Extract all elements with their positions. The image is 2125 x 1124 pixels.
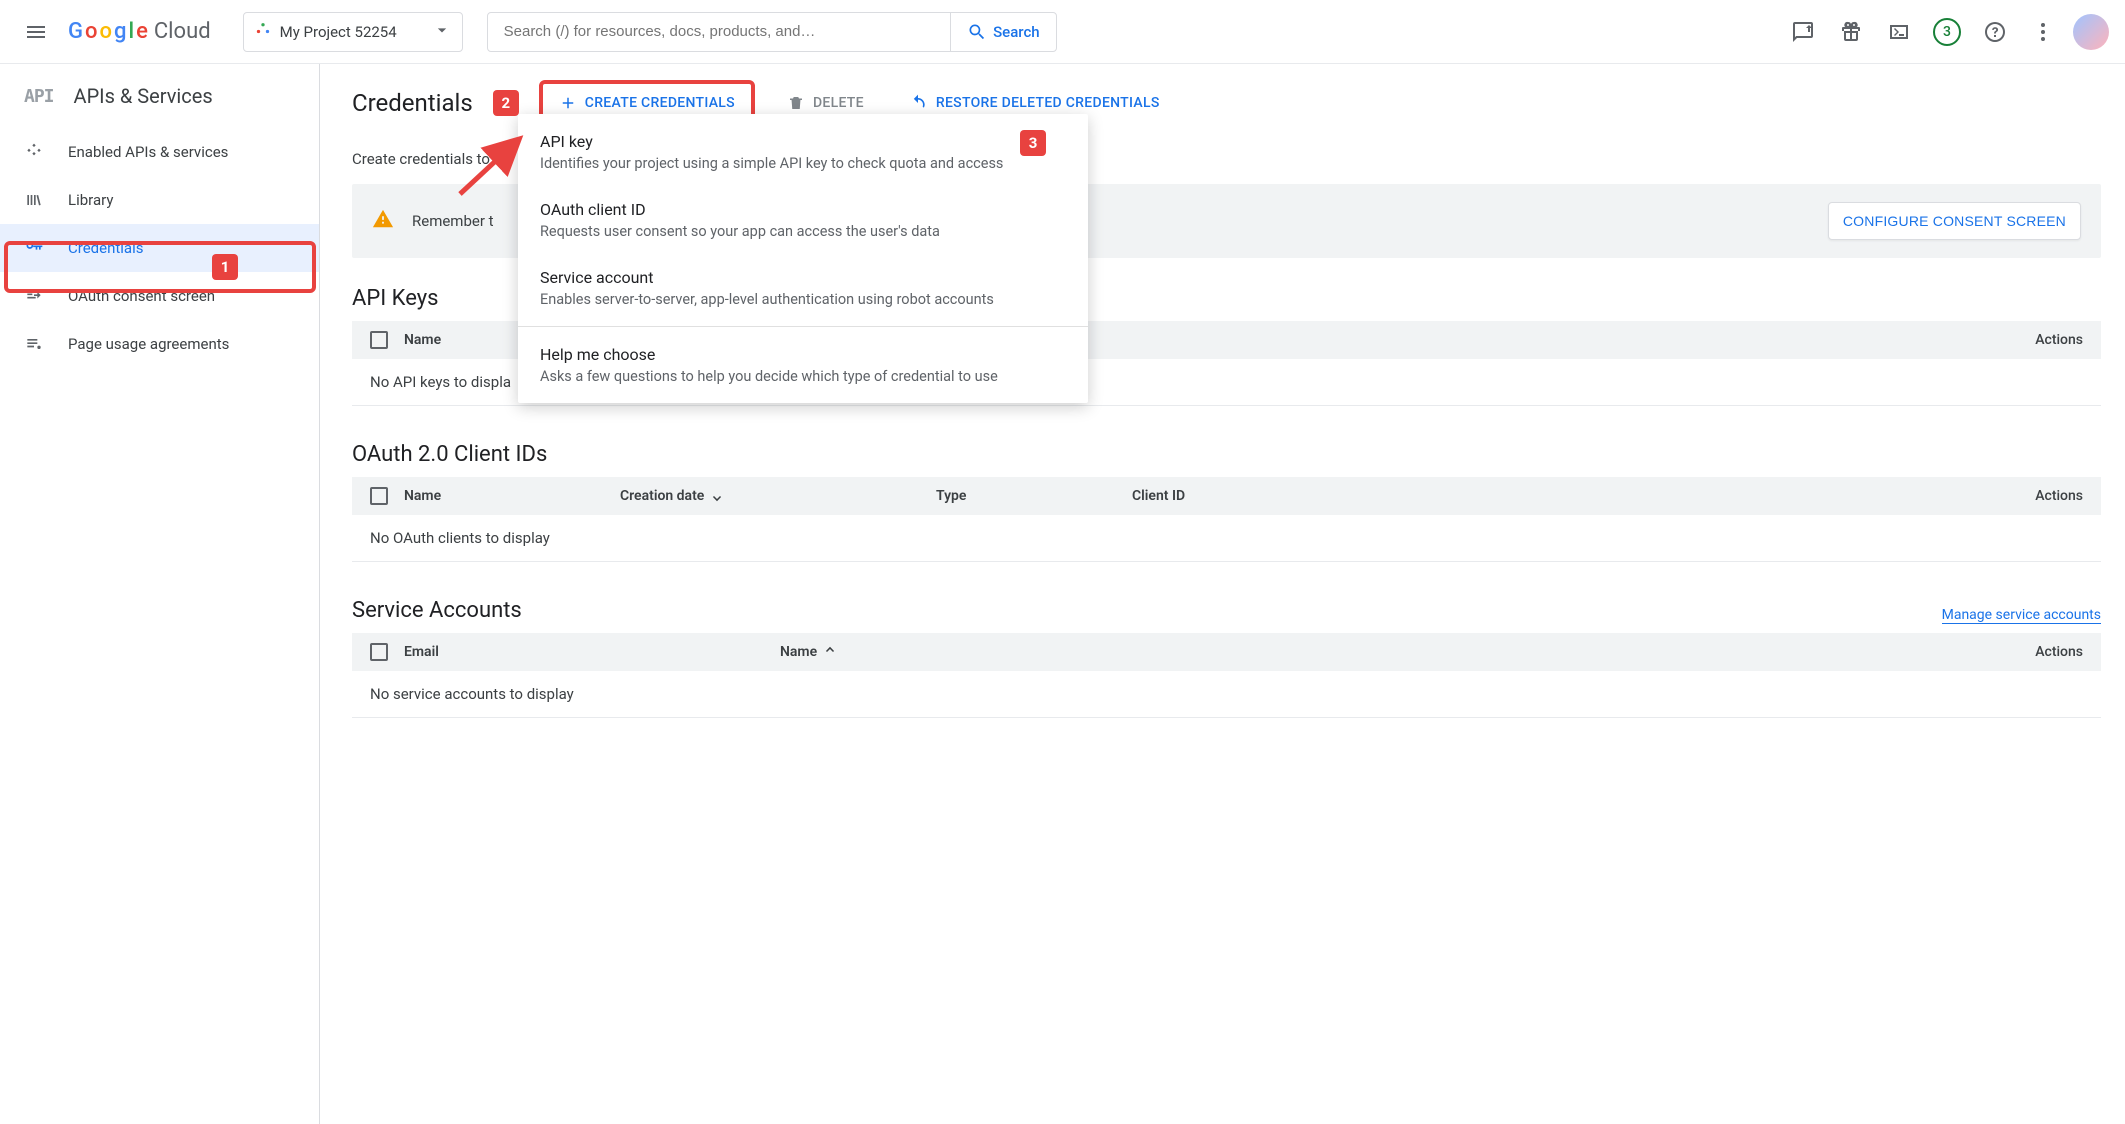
agreements-icon bbox=[24, 334, 44, 354]
key-icon bbox=[24, 238, 44, 258]
sidebar-title-label: APIs & Services bbox=[74, 84, 213, 108]
search-input[interactable] bbox=[488, 23, 950, 40]
undo-icon bbox=[908, 93, 928, 113]
col-email[interactable]: Email bbox=[404, 644, 764, 660]
project-name: My Project 52254 bbox=[280, 23, 397, 41]
plus-icon bbox=[559, 94, 577, 112]
col-client-id[interactable]: Client ID bbox=[1132, 488, 2019, 504]
consent-icon bbox=[24, 286, 44, 306]
search-bar: Search bbox=[487, 12, 1057, 52]
dropdown-item-help-choose[interactable]: Help me choose Asks a few questions to h… bbox=[518, 331, 1088, 399]
top-right-icons: 3 bbox=[1781, 10, 2113, 54]
arrow-down-icon bbox=[708, 487, 726, 505]
gift-icon[interactable] bbox=[1829, 10, 1873, 54]
notification-count: 3 bbox=[1933, 18, 1961, 46]
dropdown-item-desc: Identifies your project using a simple A… bbox=[540, 155, 1066, 172]
trash-icon bbox=[787, 94, 805, 112]
dropdown-item-desc: Enables server-to-server, app-level auth… bbox=[540, 291, 1066, 308]
sidebar-item-page-usage[interactable]: Page usage agreements bbox=[0, 320, 319, 368]
col-actions: Actions bbox=[2035, 488, 2083, 504]
warning-icon bbox=[372, 208, 394, 235]
page-title: Credentials bbox=[352, 89, 473, 117]
caret-down-icon bbox=[432, 20, 452, 44]
select-all-checkbox[interactable] bbox=[370, 331, 388, 349]
sidebar-item-oauth-consent[interactable]: OAuth consent screen bbox=[0, 272, 319, 320]
dropdown-item-oauth-client[interactable]: OAuth client ID Requests user consent so… bbox=[518, 186, 1088, 254]
sidebar: API APIs & Services Enabled APIs & servi… bbox=[0, 64, 320, 1124]
annotation-badge-2: 2 bbox=[493, 90, 519, 116]
section-service-accounts: Service Accounts Manage service accounts… bbox=[352, 598, 2101, 718]
sidebar-item-label: Credentials bbox=[68, 239, 143, 257]
service-table-header: Email Name Actions bbox=[352, 633, 2101, 671]
manage-service-accounts-link[interactable]: Manage service accounts bbox=[1942, 607, 2101, 624]
dropdown-item-desc: Requests user consent so your app can ac… bbox=[540, 223, 1066, 240]
grid-icon bbox=[24, 142, 44, 162]
col-creation-date[interactable]: Creation date bbox=[620, 487, 920, 505]
col-name[interactable]: Name bbox=[404, 488, 604, 504]
account-avatar[interactable] bbox=[2069, 10, 2113, 54]
oauth-empty: No OAuth clients to display bbox=[352, 515, 2101, 562]
section-oauth-clients: OAuth 2.0 Client IDs Name Creation date … bbox=[352, 442, 2101, 562]
search-button-label: Search bbox=[993, 23, 1040, 41]
configure-consent-button[interactable]: CONFIGURE CONSENT SCREEN bbox=[1828, 202, 2081, 240]
col-name[interactable]: Name bbox=[780, 643, 2019, 661]
dropdown-item-title: Service account bbox=[540, 268, 1066, 287]
arrow-up-icon bbox=[821, 643, 839, 661]
sidebar-section-title: API APIs & Services bbox=[0, 64, 319, 128]
search-button[interactable]: Search bbox=[950, 13, 1056, 51]
main-content: Credentials 2 CREATE CREDENTIALS DELETE … bbox=[320, 64, 2125, 1124]
col-actions: Actions bbox=[2035, 332, 2083, 348]
col-type[interactable]: Type bbox=[936, 488, 1116, 504]
hamburger-menu-icon[interactable] bbox=[12, 8, 60, 56]
library-icon bbox=[24, 190, 44, 210]
project-icon bbox=[254, 21, 272, 43]
service-empty: No service accounts to display bbox=[352, 671, 2101, 718]
delete-label: DELETE bbox=[813, 95, 864, 111]
dropdown-item-service-account[interactable]: Service account Enables server-to-server… bbox=[518, 254, 1088, 322]
create-credentials-label: CREATE CREDENTIALS bbox=[585, 95, 735, 111]
dropdown-separator bbox=[518, 326, 1088, 327]
service-accounts-title: Service Accounts bbox=[352, 598, 522, 623]
dropdown-item-title: API key bbox=[540, 132, 1066, 151]
dropdown-item-api-key[interactable]: API key Identifies your project using a … bbox=[518, 118, 1088, 186]
google-cloud-logo[interactable]: Google Cloud bbox=[68, 19, 211, 44]
top-bar: Google Cloud My Project 52254 Search 3 bbox=[0, 0, 2125, 64]
dropdown-item-title: OAuth client ID bbox=[540, 200, 1066, 219]
oauth-table-header: Name Creation date Type Client ID Action… bbox=[352, 477, 2101, 515]
select-all-checkbox[interactable] bbox=[370, 487, 388, 505]
api-icon: API bbox=[24, 86, 54, 107]
sidebar-item-label: OAuth consent screen bbox=[68, 287, 215, 305]
select-all-checkbox[interactable] bbox=[370, 643, 388, 661]
sidebar-item-enabled-apis[interactable]: Enabled APIs & services bbox=[0, 128, 319, 176]
sidebar-item-library[interactable]: Library bbox=[0, 176, 319, 224]
dropdown-item-title: Help me choose bbox=[540, 345, 1066, 364]
create-credentials-dropdown: API key Identifies your project using a … bbox=[518, 114, 1088, 403]
sidebar-item-credentials[interactable]: Credentials bbox=[0, 224, 319, 272]
project-selector[interactable]: My Project 52254 bbox=[243, 12, 463, 52]
cloud-shell-icon[interactable] bbox=[1877, 10, 1921, 54]
sidebar-item-label: Enabled APIs & services bbox=[68, 143, 228, 161]
restore-label: RESTORE DELETED CREDENTIALS bbox=[936, 95, 1160, 111]
notifications-badge[interactable]: 3 bbox=[1925, 10, 1969, 54]
search-icon bbox=[967, 22, 987, 42]
avatar-image bbox=[2073, 14, 2109, 50]
more-icon[interactable] bbox=[2021, 10, 2065, 54]
help-icon[interactable] bbox=[1973, 10, 2017, 54]
col-actions: Actions bbox=[2035, 644, 2083, 660]
oauth-title: OAuth 2.0 Client IDs bbox=[352, 442, 2101, 467]
dropdown-item-desc: Asks a few questions to help you decide … bbox=[540, 368, 1066, 385]
feedback-icon[interactable] bbox=[1781, 10, 1825, 54]
sidebar-item-label: Library bbox=[68, 191, 113, 209]
sidebar-item-label: Page usage agreements bbox=[68, 335, 229, 353]
